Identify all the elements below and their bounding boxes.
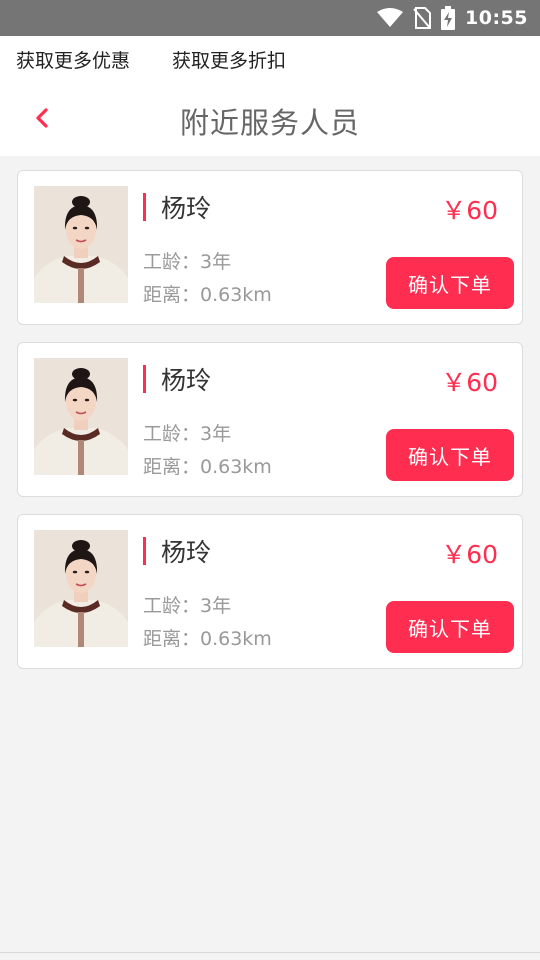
title-bar: 附近服务人员: [0, 80, 540, 156]
worker-photo: [34, 186, 128, 303]
worker-experience: 工龄：3年: [143, 423, 232, 445]
name-accent-bar: [143, 193, 146, 221]
confirm-order-button[interactable]: 确认下单: [386, 601, 514, 653]
worker-name: 杨玲: [161, 538, 212, 567]
worker-photo: [34, 358, 128, 475]
more-offers-link[interactable]: 获取更多优惠: [16, 46, 130, 73]
worker-card[interactable]: 杨玲 ￥60 工龄：3年 距离：0.63km 确认下单: [17, 514, 523, 669]
worker-distance: 距离：0.63km: [143, 456, 272, 478]
worker-experience: 工龄：3年: [143, 595, 232, 617]
confirm-order-button[interactable]: 确认下单: [386, 257, 514, 309]
worker-card[interactable]: 杨玲 ￥60 工龄：3年 距离：0.63km 确认下单: [17, 170, 523, 325]
worker-list: 杨玲 ￥60 工龄：3年 距离：0.63km 确认下单 杨玲 ￥60 工龄：3年…: [17, 170, 523, 686]
bottom-divider: [0, 952, 540, 953]
wifi-icon: [377, 8, 404, 27]
no-sim-icon: [413, 7, 432, 29]
worker-card[interactable]: 杨玲 ￥60 工龄：3年 距离：0.63km 确认下单: [17, 342, 523, 497]
worker-distance: 距离：0.63km: [143, 628, 272, 650]
worker-experience: 工龄：3年: [143, 251, 232, 273]
page-title: 附近服务人员: [179, 106, 360, 140]
worker-price: ￥60: [441, 196, 498, 225]
clock: 10:55: [465, 7, 528, 29]
name-accent-bar: [143, 537, 146, 565]
worker-price: ￥60: [441, 368, 498, 397]
worker-name: 杨玲: [161, 194, 212, 223]
worker-price: ￥60: [441, 540, 498, 569]
worker-name: 杨玲: [161, 366, 212, 395]
worker-distance: 距离：0.63km: [143, 284, 272, 306]
status-icons: 10:55: [377, 0, 528, 36]
worker-photo: [34, 530, 128, 647]
status-bar: 10:55: [0, 0, 540, 36]
confirm-order-button[interactable]: 确认下单: [386, 429, 514, 481]
more-discounts-link[interactable]: 获取更多折扣: [172, 46, 286, 73]
promo-bar: 获取更多优惠 获取更多折扣: [0, 36, 540, 80]
name-accent-bar: [143, 365, 146, 393]
battery-charging-icon: [441, 6, 456, 30]
